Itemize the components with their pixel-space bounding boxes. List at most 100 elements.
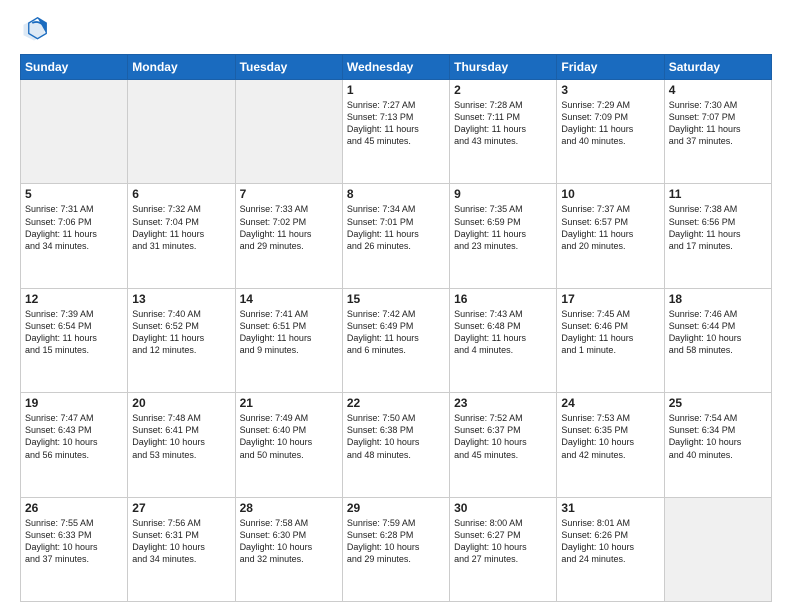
cell-info: Sunrise: 8:01 AM Sunset: 6:26 PM Dayligh… <box>561 517 659 566</box>
calendar-week-1: 5 Sunrise: 7:31 AM Sunset: 7:06 PM Daylig… <box>21 184 772 288</box>
calendar-cell: 11 Sunrise: 7:38 AM Sunset: 6:56 PM Dayli… <box>664 184 771 288</box>
day-number: 26 <box>25 501 123 515</box>
calendar-cell: 15 Sunrise: 7:42 AM Sunset: 6:49 PM Dayli… <box>342 288 449 392</box>
logo <box>20 16 52 44</box>
calendar-cell: 26Sunrise: 7:55 AM Sunset: 6:33 PM Dayli… <box>21 497 128 601</box>
cell-info: Sunrise: 7:38 AM Sunset: 6:56 PM Dayligh… <box>669 203 767 252</box>
header <box>20 16 772 44</box>
calendar-cell: 18 Sunrise: 7:46 AM Sunset: 6:44 PM Dayli… <box>664 288 771 392</box>
calendar-cell <box>235 80 342 184</box>
cell-info: Sunrise: 7:48 AM Sunset: 6:41 PM Dayligh… <box>132 412 230 461</box>
calendar-week-2: 12 Sunrise: 7:39 AM Sunset: 6:54 PM Dayli… <box>21 288 772 392</box>
cell-info: Sunrise: 7:28 AM Sunset: 7:11 PM Dayligh… <box>454 99 552 148</box>
calendar-cell: 25 Sunrise: 7:54 AM Sunset: 6:34 PM Dayli… <box>664 393 771 497</box>
cell-info: Sunrise: 7:32 AM Sunset: 7:04 PM Dayligh… <box>132 203 230 252</box>
cell-info: Sunrise: 7:56 AM Sunset: 6:31 PM Dayligh… <box>132 517 230 566</box>
day-number: 8 <box>347 187 445 201</box>
cell-info: Sunrise: 7:30 AM Sunset: 7:07 PM Dayligh… <box>669 99 767 148</box>
day-number: 9 <box>454 187 552 201</box>
cell-info: Sunrise: 7:45 AM Sunset: 6:46 PM Dayligh… <box>561 308 659 357</box>
day-number: 14 <box>240 292 338 306</box>
cell-info: Sunrise: 8:00 AM Sunset: 6:27 PM Dayligh… <box>454 517 552 566</box>
logo-icon <box>20 16 48 44</box>
cell-info: Sunrise: 7:37 AM Sunset: 6:57 PM Dayligh… <box>561 203 659 252</box>
cell-info: Sunrise: 7:43 AM Sunset: 6:48 PM Dayligh… <box>454 308 552 357</box>
day-number: 20 <box>132 396 230 410</box>
day-number: 25 <box>669 396 767 410</box>
calendar-cell: 2 Sunrise: 7:28 AM Sunset: 7:11 PM Daylig… <box>450 80 557 184</box>
calendar-week-4: 26Sunrise: 7:55 AM Sunset: 6:33 PM Dayli… <box>21 497 772 601</box>
day-number: 10 <box>561 187 659 201</box>
calendar-cell: 7 Sunrise: 7:33 AM Sunset: 7:02 PM Daylig… <box>235 184 342 288</box>
weekday-saturday: Saturday <box>664 55 771 80</box>
calendar-cell: 29 Sunrise: 7:59 AM Sunset: 6:28 PM Dayli… <box>342 497 449 601</box>
calendar-cell: 13 Sunrise: 7:40 AM Sunset: 6:52 PM Dayli… <box>128 288 235 392</box>
day-number: 11 <box>669 187 767 201</box>
calendar-cell: 17Sunrise: 7:45 AM Sunset: 6:46 PM Dayli… <box>557 288 664 392</box>
day-number: 5 <box>25 187 123 201</box>
day-number: 18 <box>669 292 767 306</box>
calendar-cell: 31 Sunrise: 8:01 AM Sunset: 6:26 PM Dayli… <box>557 497 664 601</box>
calendar-cell: 4 Sunrise: 7:30 AM Sunset: 7:07 PM Daylig… <box>664 80 771 184</box>
cell-info: Sunrise: 7:46 AM Sunset: 6:44 PM Dayligh… <box>669 308 767 357</box>
cell-info: Sunrise: 7:40 AM Sunset: 6:52 PM Dayligh… <box>132 308 230 357</box>
day-number: 30 <box>454 501 552 515</box>
day-number: 1 <box>347 83 445 97</box>
day-number: 15 <box>347 292 445 306</box>
calendar-cell: 9 Sunrise: 7:35 AM Sunset: 6:59 PM Daylig… <box>450 184 557 288</box>
cell-info: Sunrise: 7:39 AM Sunset: 6:54 PM Dayligh… <box>25 308 123 357</box>
calendar-cell <box>128 80 235 184</box>
day-number: 4 <box>669 83 767 97</box>
calendar-week-0: 1Sunrise: 7:27 AM Sunset: 7:13 PM Daylig… <box>21 80 772 184</box>
day-number: 28 <box>240 501 338 515</box>
weekday-monday: Monday <box>128 55 235 80</box>
day-number: 6 <box>132 187 230 201</box>
day-number: 27 <box>132 501 230 515</box>
calendar-cell: 3 Sunrise: 7:29 AM Sunset: 7:09 PM Daylig… <box>557 80 664 184</box>
calendar-cell: 27 Sunrise: 7:56 AM Sunset: 6:31 PM Dayli… <box>128 497 235 601</box>
day-number: 3 <box>561 83 659 97</box>
page: SundayMondayTuesdayWednesdayThursdayFrid… <box>0 0 792 612</box>
day-number: 24 <box>561 396 659 410</box>
calendar-cell: 10 Sunrise: 7:37 AM Sunset: 6:57 PM Dayli… <box>557 184 664 288</box>
calendar-cell: 19 Sunrise: 7:47 AM Sunset: 6:43 PM Dayli… <box>21 393 128 497</box>
cell-info: Sunrise: 7:35 AM Sunset: 6:59 PM Dayligh… <box>454 203 552 252</box>
weekday-tuesday: Tuesday <box>235 55 342 80</box>
cell-info: Sunrise: 7:29 AM Sunset: 7:09 PM Dayligh… <box>561 99 659 148</box>
day-number: 31 <box>561 501 659 515</box>
calendar-table: SundayMondayTuesdayWednesdayThursdayFrid… <box>20 54 772 602</box>
cell-info: Sunrise: 7:58 AM Sunset: 6:30 PM Dayligh… <box>240 517 338 566</box>
cell-info: Sunrise: 7:31 AM Sunset: 7:06 PM Dayligh… <box>25 203 123 252</box>
cell-info: Sunrise: 7:59 AM Sunset: 6:28 PM Dayligh… <box>347 517 445 566</box>
weekday-thursday: Thursday <box>450 55 557 80</box>
calendar-cell: 5 Sunrise: 7:31 AM Sunset: 7:06 PM Daylig… <box>21 184 128 288</box>
day-number: 22 <box>347 396 445 410</box>
calendar-cell <box>664 497 771 601</box>
day-number: 29 <box>347 501 445 515</box>
calendar-cell: 20 Sunrise: 7:48 AM Sunset: 6:41 PM Dayli… <box>128 393 235 497</box>
calendar-cell: 28 Sunrise: 7:58 AM Sunset: 6:30 PM Dayli… <box>235 497 342 601</box>
calendar-cell: 16Sunrise: 7:43 AM Sunset: 6:48 PM Dayli… <box>450 288 557 392</box>
cell-info: Sunrise: 7:50 AM Sunset: 6:38 PM Dayligh… <box>347 412 445 461</box>
day-number: 12 <box>25 292 123 306</box>
cell-info: Sunrise: 7:54 AM Sunset: 6:34 PM Dayligh… <box>669 412 767 461</box>
cell-info: Sunrise: 7:33 AM Sunset: 7:02 PM Dayligh… <box>240 203 338 252</box>
day-number: 19 <box>25 396 123 410</box>
day-number: 7 <box>240 187 338 201</box>
calendar-week-3: 19 Sunrise: 7:47 AM Sunset: 6:43 PM Dayli… <box>21 393 772 497</box>
calendar-cell: 6 Sunrise: 7:32 AM Sunset: 7:04 PM Daylig… <box>128 184 235 288</box>
day-number: 21 <box>240 396 338 410</box>
cell-info: Sunrise: 7:53 AM Sunset: 6:35 PM Dayligh… <box>561 412 659 461</box>
calendar-cell <box>21 80 128 184</box>
day-number: 13 <box>132 292 230 306</box>
calendar-cell: 12 Sunrise: 7:39 AM Sunset: 6:54 PM Dayli… <box>21 288 128 392</box>
cell-info: Sunrise: 7:42 AM Sunset: 6:49 PM Dayligh… <box>347 308 445 357</box>
calendar-cell: 23Sunrise: 7:52 AM Sunset: 6:37 PM Dayli… <box>450 393 557 497</box>
calendar-cell: 1Sunrise: 7:27 AM Sunset: 7:13 PM Daylig… <box>342 80 449 184</box>
weekday-sunday: Sunday <box>21 55 128 80</box>
cell-info: Sunrise: 7:52 AM Sunset: 6:37 PM Dayligh… <box>454 412 552 461</box>
calendar-cell: 24 Sunrise: 7:53 AM Sunset: 6:35 PM Dayli… <box>557 393 664 497</box>
calendar-cell: 21Sunrise: 7:49 AM Sunset: 6:40 PM Dayli… <box>235 393 342 497</box>
day-number: 2 <box>454 83 552 97</box>
cell-info: Sunrise: 7:47 AM Sunset: 6:43 PM Dayligh… <box>25 412 123 461</box>
